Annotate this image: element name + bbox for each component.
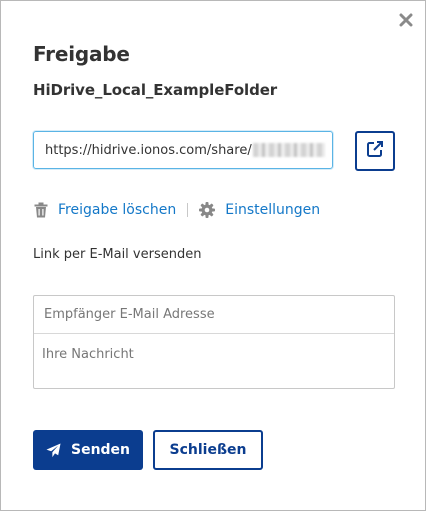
- close-x-icon: [399, 12, 413, 31]
- message-placeholder: Ihre Nachricht: [42, 347, 134, 362]
- redacted-link-token: [252, 143, 325, 157]
- gear-icon: [199, 202, 216, 218]
- external-link-icon: [365, 139, 385, 163]
- close-dialog-x-button[interactable]: [396, 11, 416, 31]
- message-textarea[interactable]: Ihre Nachricht: [34, 334, 394, 362]
- share-link-url: https://hidrive.ionos.com/share/: [45, 142, 252, 158]
- close-label: Schließen: [169, 442, 247, 458]
- close-button[interactable]: Schließen: [153, 430, 263, 470]
- settings-link[interactable]: Einstellungen: [199, 202, 320, 218]
- send-button[interactable]: Senden: [33, 430, 143, 470]
- open-link-button[interactable]: [355, 131, 395, 171]
- paper-plane-icon: [46, 442, 61, 458]
- email-form: Empfänger E-Mail Adresse Ihre Nachricht: [33, 295, 395, 389]
- delete-share-link[interactable]: Freigabe löschen: [34, 202, 176, 218]
- send-label: Senden: [70, 442, 131, 458]
- folder-name: HiDrive_Local_ExampleFolder: [33, 81, 278, 99]
- recipient-email-input[interactable]: Empfänger E-Mail Adresse: [34, 296, 394, 334]
- dialog-title: Freigabe: [33, 42, 130, 66]
- email-section-label: Link per E-Mail versenden: [33, 247, 202, 262]
- share-dialog: Freigabe HiDrive_Local_ExampleFolder htt…: [0, 0, 426, 511]
- delete-share-label: Freigabe löschen: [58, 202, 177, 218]
- share-link-field[interactable]: https://hidrive.ionos.com/share/: [33, 131, 333, 169]
- recipient-placeholder: Empfänger E-Mail Adresse: [44, 307, 215, 322]
- share-actions: Freigabe löschen Einstellungen: [34, 200, 320, 220]
- trash-icon: [34, 202, 48, 218]
- action-separator: [187, 203, 189, 217]
- settings-label: Einstellungen: [225, 202, 321, 218]
